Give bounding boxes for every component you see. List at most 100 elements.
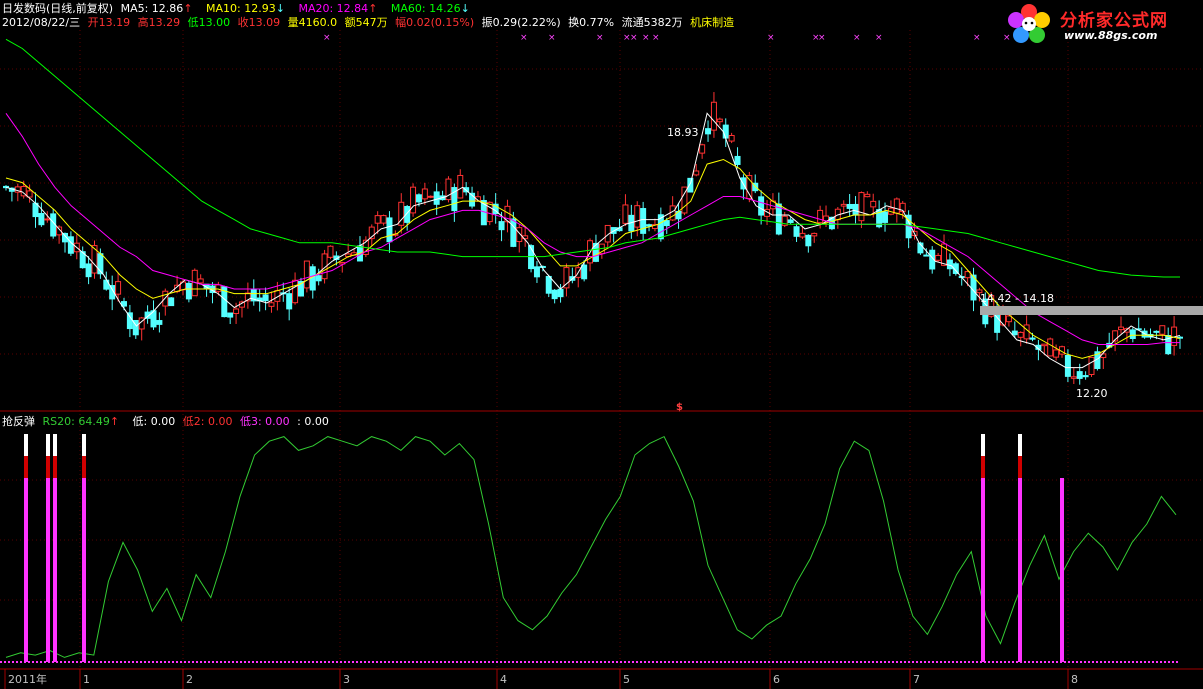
quote-close: 收13.09 bbox=[237, 16, 281, 29]
candle bbox=[445, 176, 452, 203]
x-tick-label: 3 bbox=[343, 673, 350, 686]
candle bbox=[303, 260, 310, 293]
x-tick: 8 bbox=[1067, 669, 1078, 689]
candle bbox=[1076, 363, 1083, 385]
x-tick-label: 2011年 bbox=[8, 672, 47, 686]
candle bbox=[563, 263, 570, 297]
event-marker: × bbox=[630, 33, 638, 43]
candle bbox=[56, 225, 63, 244]
candle bbox=[38, 202, 45, 227]
rs20-label: RS20: 64.49 bbox=[42, 415, 110, 428]
event-marker: × bbox=[973, 33, 981, 43]
annotation-band-price: 14.42 - 14.18 bbox=[980, 292, 1054, 305]
quote-sector: 机床制造 bbox=[690, 16, 735, 29]
quote-change: 幅0.02(0.15%) bbox=[395, 16, 475, 29]
ma5-label: MA5: 12.86 bbox=[120, 2, 184, 15]
candle bbox=[834, 206, 841, 229]
candle bbox=[1118, 316, 1125, 334]
candle bbox=[935, 252, 942, 262]
resistance-band bbox=[980, 306, 1203, 315]
candle bbox=[958, 267, 965, 286]
candle bbox=[793, 223, 800, 242]
candle bbox=[356, 236, 363, 262]
candle bbox=[209, 282, 216, 304]
low3-label: 低3: 0.00 bbox=[239, 415, 290, 428]
logo-url: www.88gs.com bbox=[1064, 29, 1158, 42]
annotation-low-price: 12.20 bbox=[1076, 387, 1108, 400]
candle bbox=[410, 183, 417, 217]
candle bbox=[840, 200, 847, 214]
candlesticks bbox=[3, 92, 1183, 385]
indicator-panel bbox=[0, 434, 1180, 663]
x-tick-label: 8 bbox=[1071, 673, 1078, 686]
x-tick: 6 bbox=[769, 669, 780, 689]
candle bbox=[492, 193, 499, 224]
candle bbox=[79, 246, 86, 269]
indicator-header: 抢反弹 RS20: 64.49↑ 低: 0.00 低2: 0.00 低3: 0.… bbox=[2, 415, 333, 429]
candle bbox=[1165, 327, 1172, 356]
candle bbox=[197, 274, 204, 285]
candle bbox=[97, 248, 104, 279]
candle bbox=[811, 232, 818, 243]
candle bbox=[616, 218, 623, 232]
candle bbox=[728, 132, 735, 144]
candle bbox=[103, 271, 110, 291]
x-tick-label: 1 bbox=[83, 673, 90, 686]
extra-label: : 0.00 bbox=[297, 415, 329, 428]
candle bbox=[1147, 328, 1154, 340]
event-marker: × bbox=[875, 33, 883, 43]
candle bbox=[1112, 330, 1119, 352]
candle bbox=[551, 289, 558, 304]
signal-bar bbox=[46, 434, 50, 662]
candle bbox=[1017, 331, 1024, 347]
candle bbox=[705, 120, 712, 142]
quote-low: 低13.00 bbox=[187, 16, 231, 29]
rs20-line bbox=[5, 435, 1177, 658]
flower-icon bbox=[1008, 4, 1050, 43]
event-marker: × bbox=[652, 33, 660, 43]
event-markers: × × × × × × × × × ×× × × × × bbox=[323, 33, 1011, 43]
candle bbox=[716, 117, 723, 126]
candle bbox=[799, 225, 806, 240]
candle bbox=[469, 186, 476, 209]
candle bbox=[1171, 316, 1178, 356]
candle bbox=[516, 224, 523, 253]
candle bbox=[250, 279, 257, 306]
signal-bar bbox=[53, 434, 57, 662]
quote-info: 2012/08/22/三 开13.19 高13.29 低13.00 收13.09… bbox=[2, 16, 738, 30]
candle bbox=[852, 196, 859, 224]
candle bbox=[687, 177, 694, 193]
main-header: 日发数码(日线,前复权) MA5: 12.86↑ MA10: 12.93↓ MA… bbox=[2, 2, 474, 16]
indicator-name[interactable]: 抢反弹 bbox=[2, 415, 35, 428]
candle bbox=[533, 261, 540, 283]
x-tick: 4 bbox=[496, 669, 507, 689]
ma60-label: MA60: 14.26 bbox=[390, 2, 461, 15]
x-tick: 1 bbox=[79, 669, 90, 689]
candle bbox=[622, 194, 629, 226]
quote-turnover: 换0.77% bbox=[568, 16, 615, 29]
candle bbox=[775, 192, 782, 236]
candle bbox=[398, 193, 405, 234]
quote-high: 高13.29 bbox=[137, 16, 181, 29]
signal-bar bbox=[1060, 478, 1064, 662]
x-axis-ticks: 2011年 1 2 3 4 5 6 7 8 bbox=[4, 669, 1078, 689]
candle bbox=[581, 260, 588, 282]
signal-bar bbox=[24, 434, 28, 662]
candle bbox=[262, 287, 269, 311]
grid-lines bbox=[0, 30, 1203, 668]
signal-bar bbox=[1018, 434, 1022, 662]
stock-title[interactable]: 日发数码(日线,前复权) bbox=[2, 2, 113, 15]
stock-chart[interactable]: 18.93 14.42 - 14.18 12.20 $ × × × × × × × × × ×× ×… bbox=[0, 0, 1203, 689]
candle bbox=[327, 245, 334, 260]
candle bbox=[73, 234, 80, 260]
ma60-down-arrow: ↓ bbox=[460, 2, 470, 15]
x-tick-label: 6 bbox=[773, 673, 780, 686]
event-marker: × bbox=[767, 33, 775, 43]
candle bbox=[91, 240, 98, 279]
rs20-up-arrow: ↑ bbox=[109, 415, 120, 428]
candle bbox=[427, 195, 434, 199]
annotation-high-price: 18.93 bbox=[667, 126, 699, 139]
candle bbox=[457, 169, 464, 199]
candle bbox=[1082, 371, 1089, 380]
quote-amount: 额547万 bbox=[344, 16, 388, 29]
